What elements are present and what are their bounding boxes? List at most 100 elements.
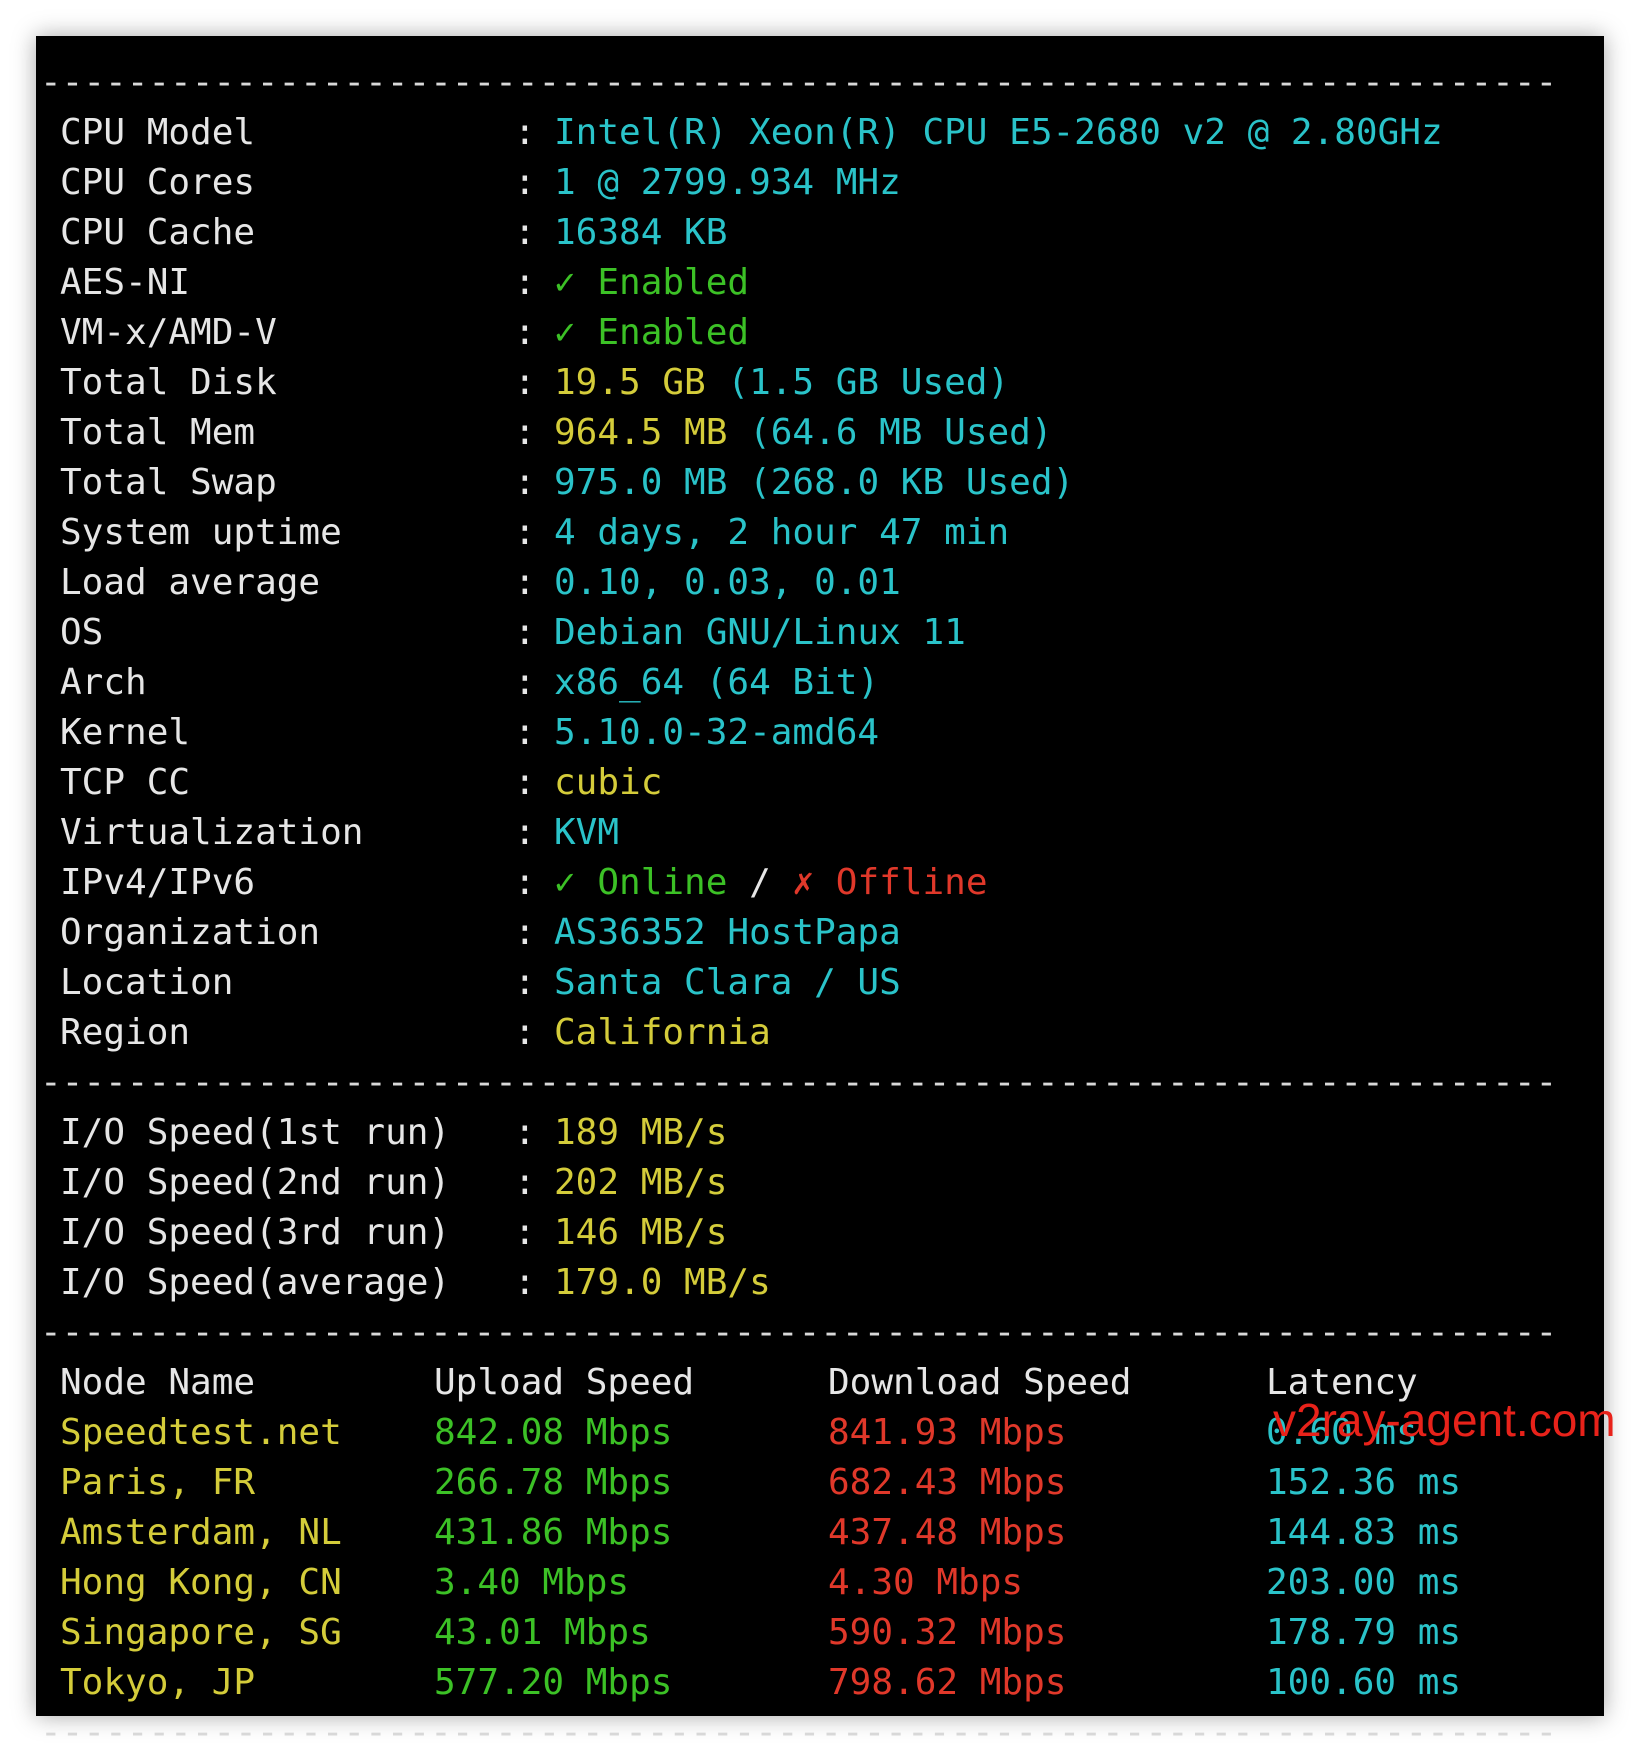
colon: : — [514, 1212, 536, 1253]
info-label: System uptime — [60, 512, 342, 553]
info-label: VM-x/AMD-V — [60, 312, 277, 353]
colon: : — [514, 462, 536, 503]
colon: : — [514, 312, 536, 353]
info-value: Debian GNU/Linux 11 — [554, 608, 966, 658]
separator-line: ----------------------------------------… — [40, 62, 1558, 103]
node-name: Paris, FR — [60, 1462, 256, 1503]
info-value-part: 19.5 GB — [554, 362, 728, 403]
info-value-part: (1.5 GB Used) — [727, 362, 1010, 403]
download-speed: 841.93 Mbps — [828, 1412, 1067, 1453]
info-value-part: x86_64 (64 Bit) — [554, 662, 880, 703]
info-label: Kernel — [60, 712, 191, 753]
info-value: 0.10, 0.03, 0.01 — [554, 558, 901, 608]
latency: 178.79 ms — [1266, 1612, 1462, 1653]
info-value: x86_64 (64 Bit) — [554, 658, 879, 708]
io-value: 146 MB/s — [554, 1212, 728, 1253]
speed-header-cell: Download Speed — [828, 1362, 1132, 1403]
info-value-part: Santa Clara / US — [554, 962, 901, 1003]
info-value-part: 1 @ 2799.934 MHz — [554, 162, 901, 203]
info-value: 964.5 MB (64.6 MB Used) — [554, 408, 1053, 458]
colon: : — [514, 162, 536, 203]
info-value: AS36352 HostPapa — [554, 908, 901, 958]
info-value-part: 5.10.0-32-amd64 — [554, 712, 880, 753]
io-label: I/O Speed(1st run) — [60, 1112, 451, 1153]
info-value-part: 16384 KB — [554, 212, 728, 253]
info-value-part: ✓ Enabled — [554, 312, 750, 353]
io-label: I/O Speed(average) — [60, 1262, 451, 1303]
info-label: OS — [60, 612, 104, 653]
colon: : — [514, 1112, 536, 1153]
info-value-part: 975.0 MB — [554, 462, 750, 503]
info-value: KVM — [554, 808, 619, 858]
separator-line: ----------------------------------------… — [40, 1312, 1558, 1353]
info-value: Santa Clara / US — [554, 958, 901, 1008]
download-speed: 437.48 Mbps — [828, 1512, 1067, 1553]
info-value: 5.10.0-32-amd64 — [554, 708, 879, 758]
info-value-part: KVM — [554, 812, 620, 853]
info-label: Organization — [60, 912, 321, 953]
speed-header-cell: Node Name — [60, 1362, 256, 1403]
colon: : — [514, 362, 536, 403]
info-value: California — [554, 1008, 771, 1058]
info-value-part: (268.0 KB Used) — [749, 462, 1075, 503]
info-value-part: 4 days, 2 hour 47 min — [554, 512, 1010, 553]
info-value-part: (64.6 MB Used) — [749, 412, 1053, 453]
info-label: IPv4/IPv6 — [60, 862, 256, 903]
info-value: ✓ Enabled — [554, 308, 749, 358]
colon: : — [514, 562, 536, 603]
separator-line: ----------------------------------------… — [40, 1712, 1558, 1753]
node-name: Singapore, SG — [60, 1612, 342, 1653]
info-value-part: 964.5 MB — [554, 412, 750, 453]
latency: 152.36 ms — [1266, 1462, 1462, 1503]
upload-speed: 577.20 Mbps — [434, 1662, 673, 1703]
info-label: Arch — [60, 662, 147, 703]
info-label: CPU Model — [60, 112, 256, 153]
io-value: 189 MB/s — [554, 1112, 728, 1153]
download-speed: 4.30 Mbps — [828, 1562, 1024, 1603]
speed-header-cell: Upload Speed — [434, 1362, 695, 1403]
info-label: Load average — [60, 562, 321, 603]
info-value: 975.0 MB (268.0 KB Used) — [554, 458, 1074, 508]
info-label: Total Disk — [60, 362, 277, 403]
upload-speed: 266.78 Mbps — [434, 1462, 673, 1503]
colon: : — [514, 1012, 536, 1053]
io-label: I/O Speed(2nd run) — [60, 1162, 451, 1203]
download-speed: 682.43 Mbps — [828, 1462, 1067, 1503]
colon: : — [514, 212, 536, 253]
info-value-part: California — [554, 1012, 771, 1053]
node-name: Hong Kong, CN — [60, 1562, 342, 1603]
info-label: CPU Cores — [60, 162, 256, 203]
colon: : — [514, 512, 536, 553]
io-value: 202 MB/s — [554, 1162, 728, 1203]
info-label: Total Swap — [60, 462, 277, 503]
colon: : — [514, 862, 536, 903]
upload-speed: 431.86 Mbps — [434, 1512, 673, 1553]
info-value-part: ✓ Online — [554, 862, 728, 903]
info-value: 1 @ 2799.934 MHz — [554, 158, 901, 208]
colon: : — [514, 762, 536, 803]
info-value-part: 0.10, 0.03, 0.01 — [554, 562, 901, 603]
info-value: ✓ Enabled — [554, 258, 749, 308]
watermark: v2ray-agent.com — [1273, 1394, 1616, 1446]
info-value-part: ✗ Offline — [792, 862, 988, 903]
colon: : — [514, 262, 536, 303]
upload-speed: 3.40 Mbps — [434, 1562, 630, 1603]
io-value: 179.0 MB/s — [554, 1262, 771, 1303]
upload-speed: 43.01 Mbps — [434, 1612, 651, 1653]
colon: : — [514, 612, 536, 653]
info-value-part: cubic — [554, 762, 663, 803]
separator-line: ----------------------------------------… — [40, 1062, 1558, 1103]
info-label: Virtualization — [60, 812, 364, 853]
info-value: 16384 KB — [554, 208, 727, 258]
colon: : — [514, 412, 536, 453]
info-label: AES-NI — [60, 262, 191, 303]
info-value: 4 days, 2 hour 47 min — [554, 508, 1009, 558]
colon: : — [514, 712, 536, 753]
info-value: Intel(R) Xeon(R) CPU E5-2680 v2 @ 2.80GH… — [554, 108, 1443, 158]
io-label: I/O Speed(3rd run) — [60, 1212, 451, 1253]
info-label: TCP CC — [60, 762, 191, 803]
latency: 100.60 ms — [1266, 1662, 1462, 1703]
info-value: ✓ Online / ✗ Offline — [554, 858, 988, 908]
info-label: Region — [60, 1012, 191, 1053]
info-value-part: Intel(R) Xeon(R) CPU E5-2680 v2 @ 2.80GH… — [554, 112, 1443, 153]
